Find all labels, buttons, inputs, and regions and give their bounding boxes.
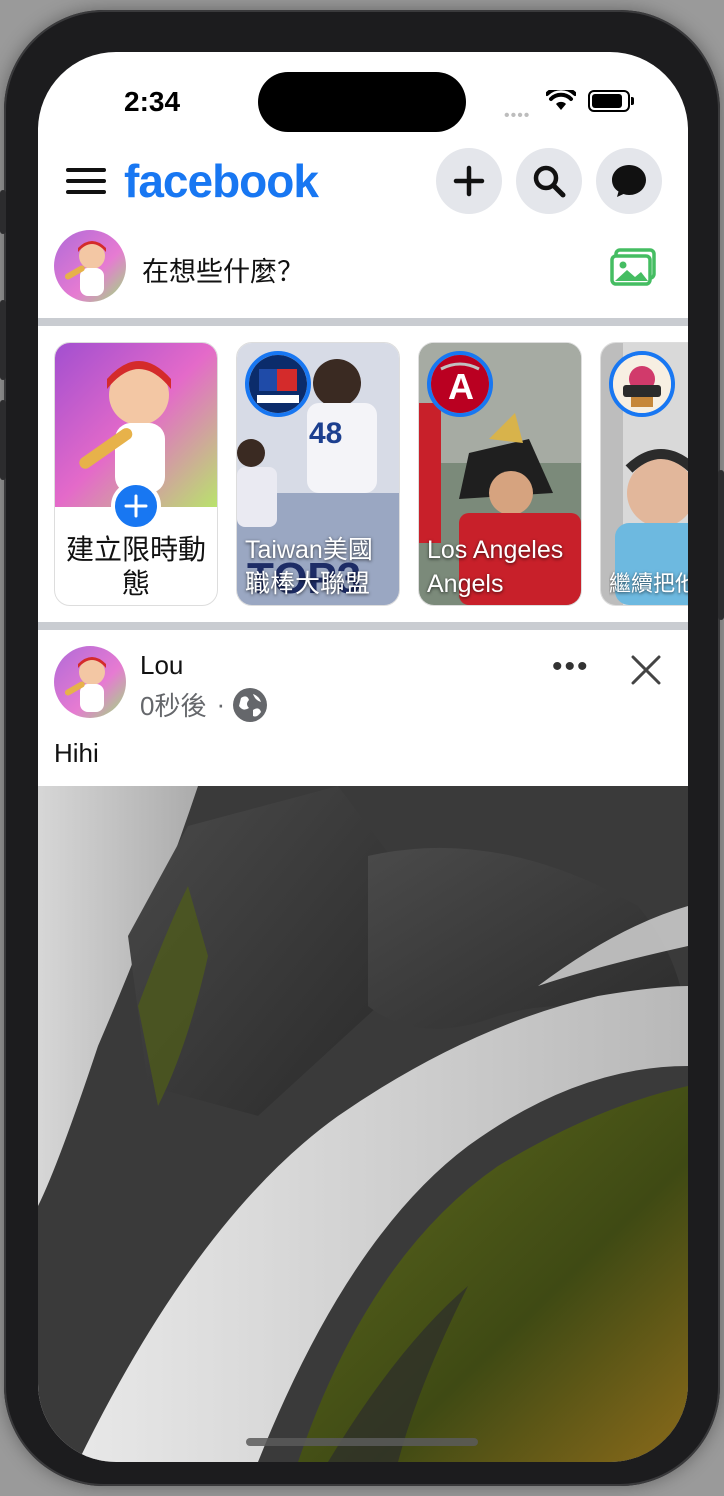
phone-frame: 2:34 •••• facebook 在想些什麼？ 建立限時動態 48 TOP3… bbox=[0, 10, 724, 1486]
search-button[interactable] bbox=[516, 148, 582, 214]
volume-down-button bbox=[0, 400, 6, 480]
photo-icon[interactable] bbox=[610, 248, 658, 288]
messenger-icon bbox=[612, 165, 646, 197]
globe-icon bbox=[233, 687, 268, 722]
screen: 2:34 •••• facebook 在想些什麼？ 建立限時動態 48 TOP3… bbox=[38, 52, 688, 1462]
story-card[interactable]: A Los Angeles Angels bbox=[418, 342, 582, 606]
create-story-label: 建立限時動態 bbox=[65, 534, 206, 599]
menu-icon[interactable] bbox=[66, 168, 106, 200]
story-label: Los Angeles Angels bbox=[427, 536, 564, 598]
status-time: 2:34 bbox=[124, 86, 181, 117]
post-meta: 0秒後 · bbox=[140, 686, 268, 723]
divider bbox=[38, 622, 688, 630]
post-text: Hihi bbox=[54, 738, 99, 768]
composer-prompt[interactable]: 在想些什麼？ bbox=[142, 250, 304, 289]
plus-icon bbox=[453, 165, 485, 197]
post-author-avatar[interactable] bbox=[54, 646, 126, 718]
svg-text:48: 48 bbox=[309, 417, 342, 450]
user-avatar[interactable] bbox=[54, 230, 126, 302]
page-avatar bbox=[609, 351, 675, 417]
post-author-name[interactable]: Lou bbox=[140, 650, 183, 681]
meta-separator: · bbox=[216, 689, 226, 719]
battery-icon bbox=[588, 90, 634, 112]
close-icon[interactable] bbox=[630, 654, 662, 686]
page-avatar: A bbox=[427, 351, 493, 417]
stories-tray: 建立限時動態 48 TOP3 Taiwan美國職棒大聯盟 A Los Angel… bbox=[38, 326, 688, 622]
status-bar: 2:34 •••• bbox=[38, 52, 688, 148]
plus-icon bbox=[124, 494, 148, 518]
divider bbox=[38, 318, 688, 326]
more-options-icon[interactable]: ••• bbox=[552, 650, 590, 684]
search-icon bbox=[533, 165, 566, 198]
action-button bbox=[0, 190, 6, 234]
add-story-button[interactable] bbox=[111, 481, 161, 531]
messenger-button[interactable] bbox=[596, 148, 662, 214]
create-story-card[interactable]: 建立限時動態 bbox=[54, 342, 218, 606]
dynamic-island bbox=[258, 72, 466, 132]
app-header: facebook bbox=[38, 148, 688, 222]
post-time[interactable]: 0秒後 bbox=[140, 686, 206, 723]
create-button[interactable] bbox=[436, 148, 502, 214]
home-indicator[interactable] bbox=[246, 1438, 478, 1446]
story-card[interactable]: 繼續把他放台南 bbox=[600, 342, 688, 606]
story-label: Taiwan美國職棒大聯盟 bbox=[245, 536, 373, 598]
post-header: Lou 0秒後 · ••• Hihi bbox=[38, 630, 688, 790]
volume-up-button bbox=[0, 300, 6, 380]
side-button bbox=[718, 470, 724, 620]
wifi-icon bbox=[546, 90, 576, 110]
post-photo[interactable] bbox=[38, 786, 688, 1462]
story-label: 繼續把他放台南 bbox=[609, 571, 688, 596]
svg-text:A: A bbox=[448, 366, 474, 407]
page-avatar bbox=[245, 351, 311, 417]
composer[interactable]: 在想些什麼？ bbox=[38, 222, 688, 318]
facebook-logo: facebook bbox=[124, 155, 319, 207]
cellular-icon: •••• bbox=[504, 107, 531, 124]
story-card[interactable]: 48 TOP3 Taiwan美國職棒大聯盟 bbox=[236, 342, 400, 606]
